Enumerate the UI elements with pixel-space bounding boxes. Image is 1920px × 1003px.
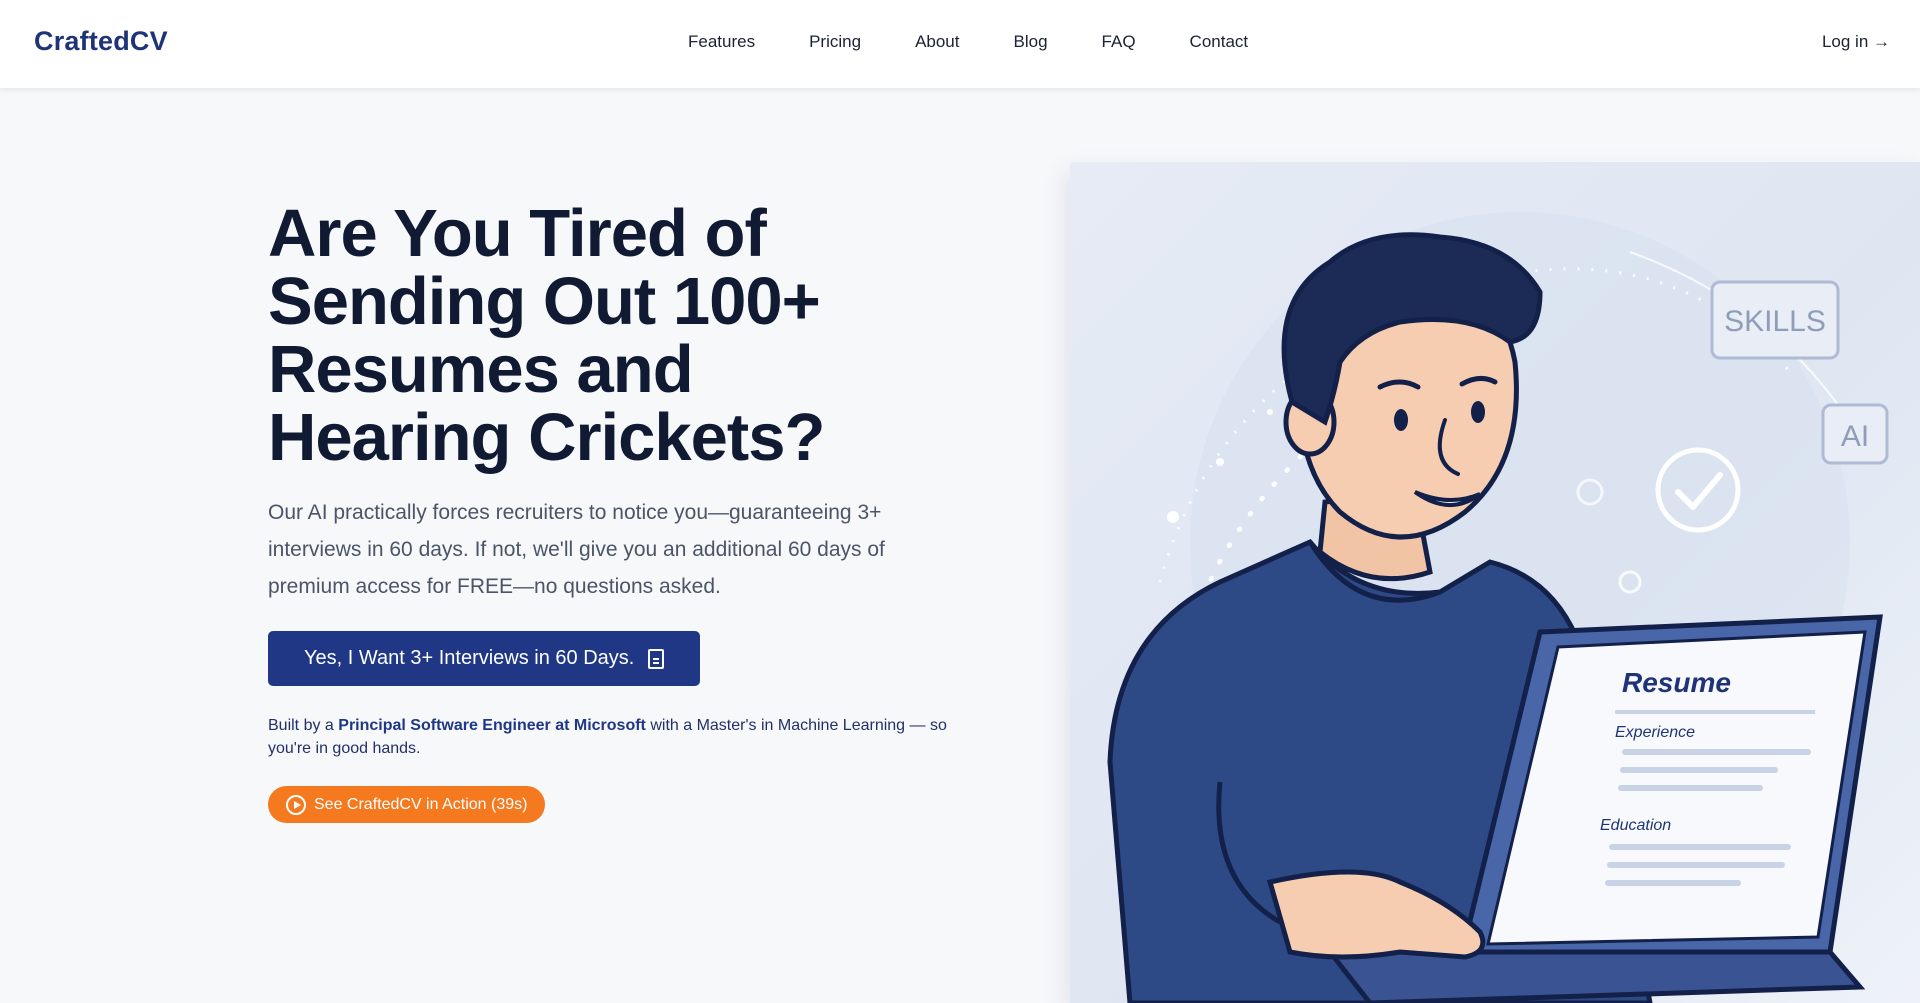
demo-label: See CraftedCV in Action (39s) (314, 795, 528, 813)
laptop-base (1324, 949, 1866, 1003)
nav-features[interactable]: Features (688, 32, 755, 52)
play-icon (286, 794, 306, 815)
hero-illustration: SKILLS AI Resume Experience Education (1070, 162, 1920, 1003)
nav-contact[interactable]: Contact (1190, 32, 1249, 52)
built-prefix: Built by a (268, 717, 339, 734)
skills-tag-label: SKILLS (1724, 305, 1826, 338)
logo[interactable]: CraftedCV (34, 26, 168, 57)
demo-video-button[interactable]: See CraftedCV in Action (39s) (268, 786, 546, 823)
sparkle-dot (1167, 511, 1179, 523)
built-by-note: Built by a Principal Software Engineer a… (268, 714, 958, 760)
resume-section: Experience (1615, 724, 1695, 741)
man-with-laptop-illustration: SKILLS AI Resume Experience Education (1107, 212, 1889, 1003)
main-nav: Features Pricing About Blog FAQ Contact (688, 32, 1248, 52)
hero-headline: Are You Tired of Sending Out 100+ Resume… (268, 200, 968, 472)
headline-line: Resumes and (268, 332, 694, 407)
sparkle-dot (1267, 409, 1273, 415)
login-link[interactable]: Log in → (1822, 32, 1890, 52)
headline-line: Are You Tired of (268, 196, 767, 271)
ai-tag-label: AI (1841, 420, 1869, 453)
hero-section: Are You Tired of Sending Out 100+ Resume… (268, 200, 968, 823)
eye (1471, 401, 1485, 423)
sparkle-dot (1216, 458, 1224, 466)
built-credential: Principal Software Engineer at Microsoft (338, 717, 646, 734)
top-navbar: CraftedCV Features Pricing About Blog FA… (0, 0, 1920, 88)
resume-title: Resume (1622, 667, 1731, 698)
headline-line: Sending Out 100+ (268, 264, 821, 339)
headline-line: Hearing Crickets? (268, 400, 825, 475)
cta-label: Yes, I Want 3+ Interviews in 60 Days. (304, 647, 635, 669)
nav-blog[interactable]: Blog (1014, 32, 1048, 52)
nav-faq[interactable]: FAQ (1102, 32, 1136, 52)
resume-section: Education (1600, 817, 1671, 834)
nav-pricing[interactable]: Pricing (809, 32, 861, 52)
cta-button[interactable]: Yes, I Want 3+ Interviews in 60 Days. (268, 631, 701, 686)
nav-about[interactable]: About (915, 32, 959, 52)
eye (1394, 409, 1408, 431)
hero-subtext: Our AI practically forces recruiters to … (268, 501, 885, 598)
document-icon (648, 648, 665, 669)
